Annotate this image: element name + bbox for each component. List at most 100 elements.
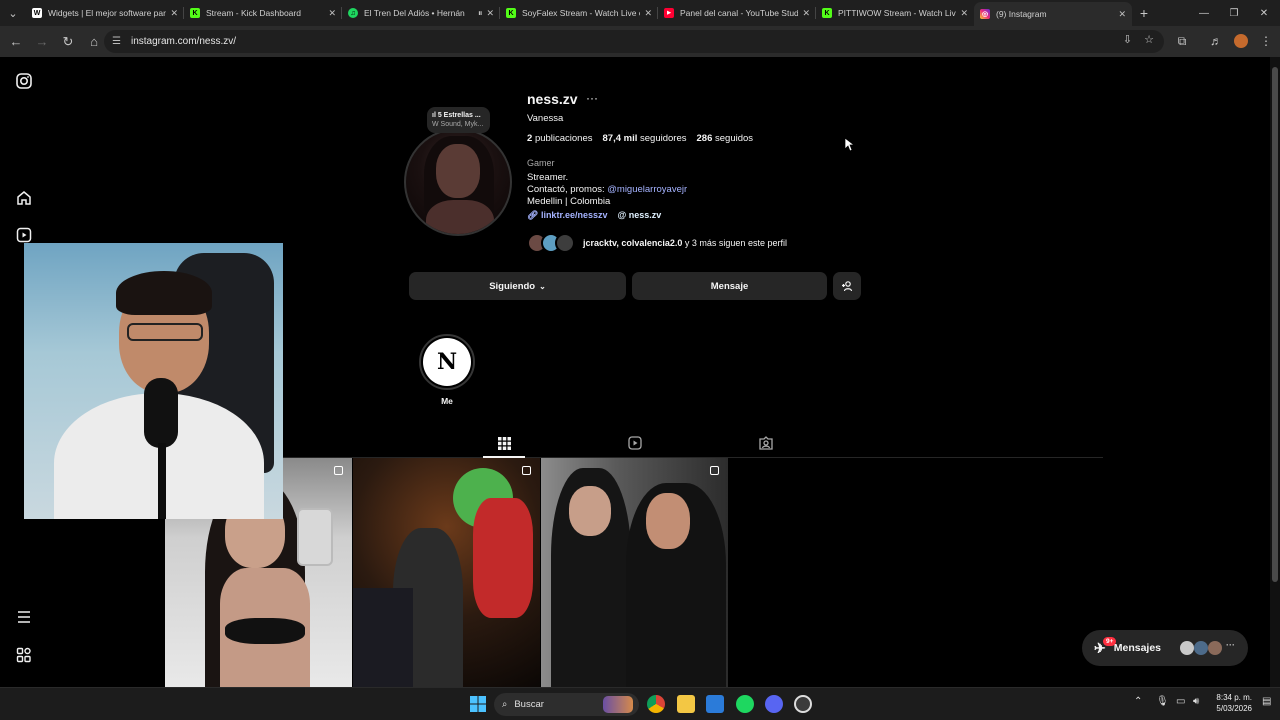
- tab-search-icon[interactable]: ⌄: [0, 0, 26, 26]
- extensions-puzzle-icon[interactable]: ⧉: [1171, 30, 1193, 52]
- chrome-icon[interactable]: [647, 695, 665, 713]
- unread-badge: 9+: [1103, 637, 1117, 646]
- multi-post-icon: [710, 466, 719, 475]
- network-icon[interactable]: ▭: [1176, 696, 1185, 707]
- close-icon[interactable]: ✕: [644, 8, 652, 19]
- close-icon[interactable]: ✕: [328, 8, 336, 19]
- linktree-link[interactable]: 🔗︎ linktr.ee/nesszv: [527, 210, 607, 221]
- site-info-icon[interactable]: ☰: [112, 36, 121, 47]
- windows-start-icon[interactable]: [469, 695, 487, 713]
- browser-tab-instagram[interactable]: ◎ (9) Instagram ✕: [974, 2, 1132, 26]
- discord-icon[interactable]: [765, 695, 783, 713]
- notifications-icon[interactable]: ▤: [1262, 696, 1271, 707]
- minimize-icon[interactable]: —: [1188, 0, 1220, 26]
- forward-arrow-icon[interactable]: →: [30, 30, 54, 54]
- note-subtitle: W Sound, Myk...: [432, 121, 484, 128]
- followers-stat[interactable]: 87,4 mil seguidores: [603, 133, 687, 144]
- restore-icon[interactable]: ❐: [1218, 0, 1250, 26]
- app-icon[interactable]: [794, 695, 812, 713]
- browser-tab-6[interactable]: K PITTIWOW Stream - Watch Live on ✕: [816, 2, 974, 24]
- tab-title: Panel del canal - YouTube Studio: [680, 8, 799, 18]
- posts-stat: 2 publicaciones: [527, 133, 593, 144]
- reels-icon[interactable]: [14, 225, 34, 245]
- suggested-users-button[interactable]: [833, 272, 861, 300]
- tab-title: SoyFalex Stream - Watch Live on: [522, 8, 641, 18]
- profile-category: Gamer: [527, 158, 555, 168]
- spotify-icon[interactable]: [736, 695, 754, 713]
- browser-tab-4[interactable]: K SoyFalex Stream - Watch Live on ✕: [500, 2, 658, 24]
- chevron-up-icon[interactable]: ⌃: [1134, 696, 1142, 707]
- bio-mention-link[interactable]: @miguelarroyavejr: [607, 184, 687, 195]
- highlight-label: Me: [441, 396, 453, 406]
- tab-tagged-icon[interactable]: [758, 435, 774, 451]
- kick-favicon-icon: K: [506, 8, 516, 18]
- following-button[interactable]: Siguiendo ⌄: [409, 272, 626, 300]
- tab-reels-icon[interactable]: [627, 435, 643, 451]
- threads-link[interactable]: @ ness.zv: [617, 210, 661, 221]
- close-icon[interactable]: ✕: [1118, 9, 1126, 20]
- url-text[interactable]: instagram.com/ness.zv/: [131, 36, 236, 47]
- kick-favicon-icon: K: [190, 8, 200, 18]
- browser-tab-bar: ⌄ W Widgets | El mejor software para ✕ K…: [0, 0, 1280, 26]
- tab-title: Widgets | El mejor software para: [48, 8, 167, 18]
- search-highlight-icon: [603, 696, 633, 713]
- tab-posts-grid-icon[interactable]: [496, 435, 512, 451]
- following-stat[interactable]: 286 seguidos: [697, 133, 754, 144]
- messages-button[interactable]: ✈ 9+ Mensajes ···: [1082, 630, 1248, 666]
- browser-tab-1[interactable]: W Widgets | El mejor software para ✕: [26, 2, 184, 24]
- profile-stats: 2 publicaciones 87,4 mil seguidores 286 …: [527, 133, 753, 144]
- search-icon: ⌕: [502, 699, 508, 710]
- media-control-icon[interactable]: ♬: [1205, 30, 1227, 52]
- widgets-favicon-icon: W: [32, 8, 42, 18]
- instagram-logo-icon[interactable]: [14, 71, 34, 91]
- profile-bio: Streamer. Contactó, promos: @miguelarroy…: [527, 172, 688, 207]
- post-thumbnail-3[interactable]: [541, 458, 728, 687]
- close-icon[interactable]: ✕: [960, 8, 968, 19]
- close-icon[interactable]: ✕: [802, 8, 810, 19]
- bookmark-star-icon[interactable]: ☆: [1144, 33, 1154, 46]
- avatar: [1194, 641, 1208, 655]
- address-bar[interactable]: ☰ instagram.com/ness.zv/ ⇩ ☆: [104, 30, 1164, 53]
- volume-icon[interactable]: 🔊︎: [1193, 696, 1199, 707]
- tab-title: (9) Instagram: [996, 9, 1047, 19]
- story-highlight[interactable]: N: [419, 334, 475, 390]
- taskbar-clock[interactable]: 8:34 p. m. 5/03/2026: [1212, 692, 1252, 714]
- home-icon[interactable]: ⌂: [82, 30, 106, 54]
- also-from-meta-icon[interactable]: [14, 645, 34, 665]
- chevron-down-icon: ⌄: [539, 281, 546, 291]
- more-options-icon[interactable]: ···: [586, 91, 598, 105]
- post-thumbnail-2[interactable]: [353, 458, 540, 687]
- followed-by[interactable]: jcracktv, colvalencia2.0 y 3 más siguen …: [527, 233, 787, 253]
- profile-avatar-icon[interactable]: [1230, 30, 1252, 52]
- instagram-favicon-icon: ◎: [980, 9, 990, 19]
- threads-icon: @: [617, 210, 629, 220]
- back-arrow-icon[interactable]: ←: [4, 30, 28, 54]
- menu-icon[interactable]: [14, 607, 34, 627]
- store-icon[interactable]: [706, 695, 724, 713]
- close-icon[interactable]: ✕: [170, 8, 178, 19]
- multi-post-icon: [334, 466, 343, 475]
- reload-icon[interactable]: ↻: [56, 30, 80, 54]
- microphone-icon[interactable]: 🎙︎: [1156, 696, 1169, 707]
- close-icon[interactable]: ✕: [486, 8, 494, 19]
- window-close-icon[interactable]: ✕: [1248, 0, 1280, 26]
- profile-note[interactable]: ıl 5 Estrellas ... W Sound, Myk...: [427, 107, 490, 133]
- browser-tab-5[interactable]: ▶ Panel del canal - YouTube Studio ✕: [658, 2, 816, 24]
- browser-menu-icon[interactable]: ⋮: [1255, 30, 1277, 52]
- profile-full-name: Vanessa: [527, 113, 564, 124]
- instagram-page: ıl 5 Estrellas ... W Sound, Myk... ness.…: [0, 57, 1280, 687]
- page-scrollbar[interactable]: [1270, 57, 1280, 687]
- taskbar-search[interactable]: ⌕ Buscar: [494, 693, 639, 716]
- install-app-icon[interactable]: ⇩: [1123, 33, 1132, 46]
- followed-by-names: jcracktv, colvalencia2.0: [583, 238, 683, 248]
- message-button[interactable]: Mensaje: [632, 272, 827, 300]
- file-explorer-icon[interactable]: [677, 695, 695, 713]
- highlight-cover: N: [423, 338, 471, 386]
- pause-icon[interactable]: ⏸: [478, 8, 483, 19]
- new-tab-plus-icon[interactable]: +: [1132, 5, 1156, 21]
- profile-picture[interactable]: [404, 128, 512, 236]
- browser-tab-2[interactable]: K Stream - Kick Dashboard ✕: [184, 2, 342, 24]
- browser-tab-3[interactable]: ♫ El Tren Del Adiós • Hernán ⏸ ✕: [342, 2, 500, 24]
- home-icon[interactable]: [14, 188, 34, 208]
- multi-post-icon: [522, 466, 531, 475]
